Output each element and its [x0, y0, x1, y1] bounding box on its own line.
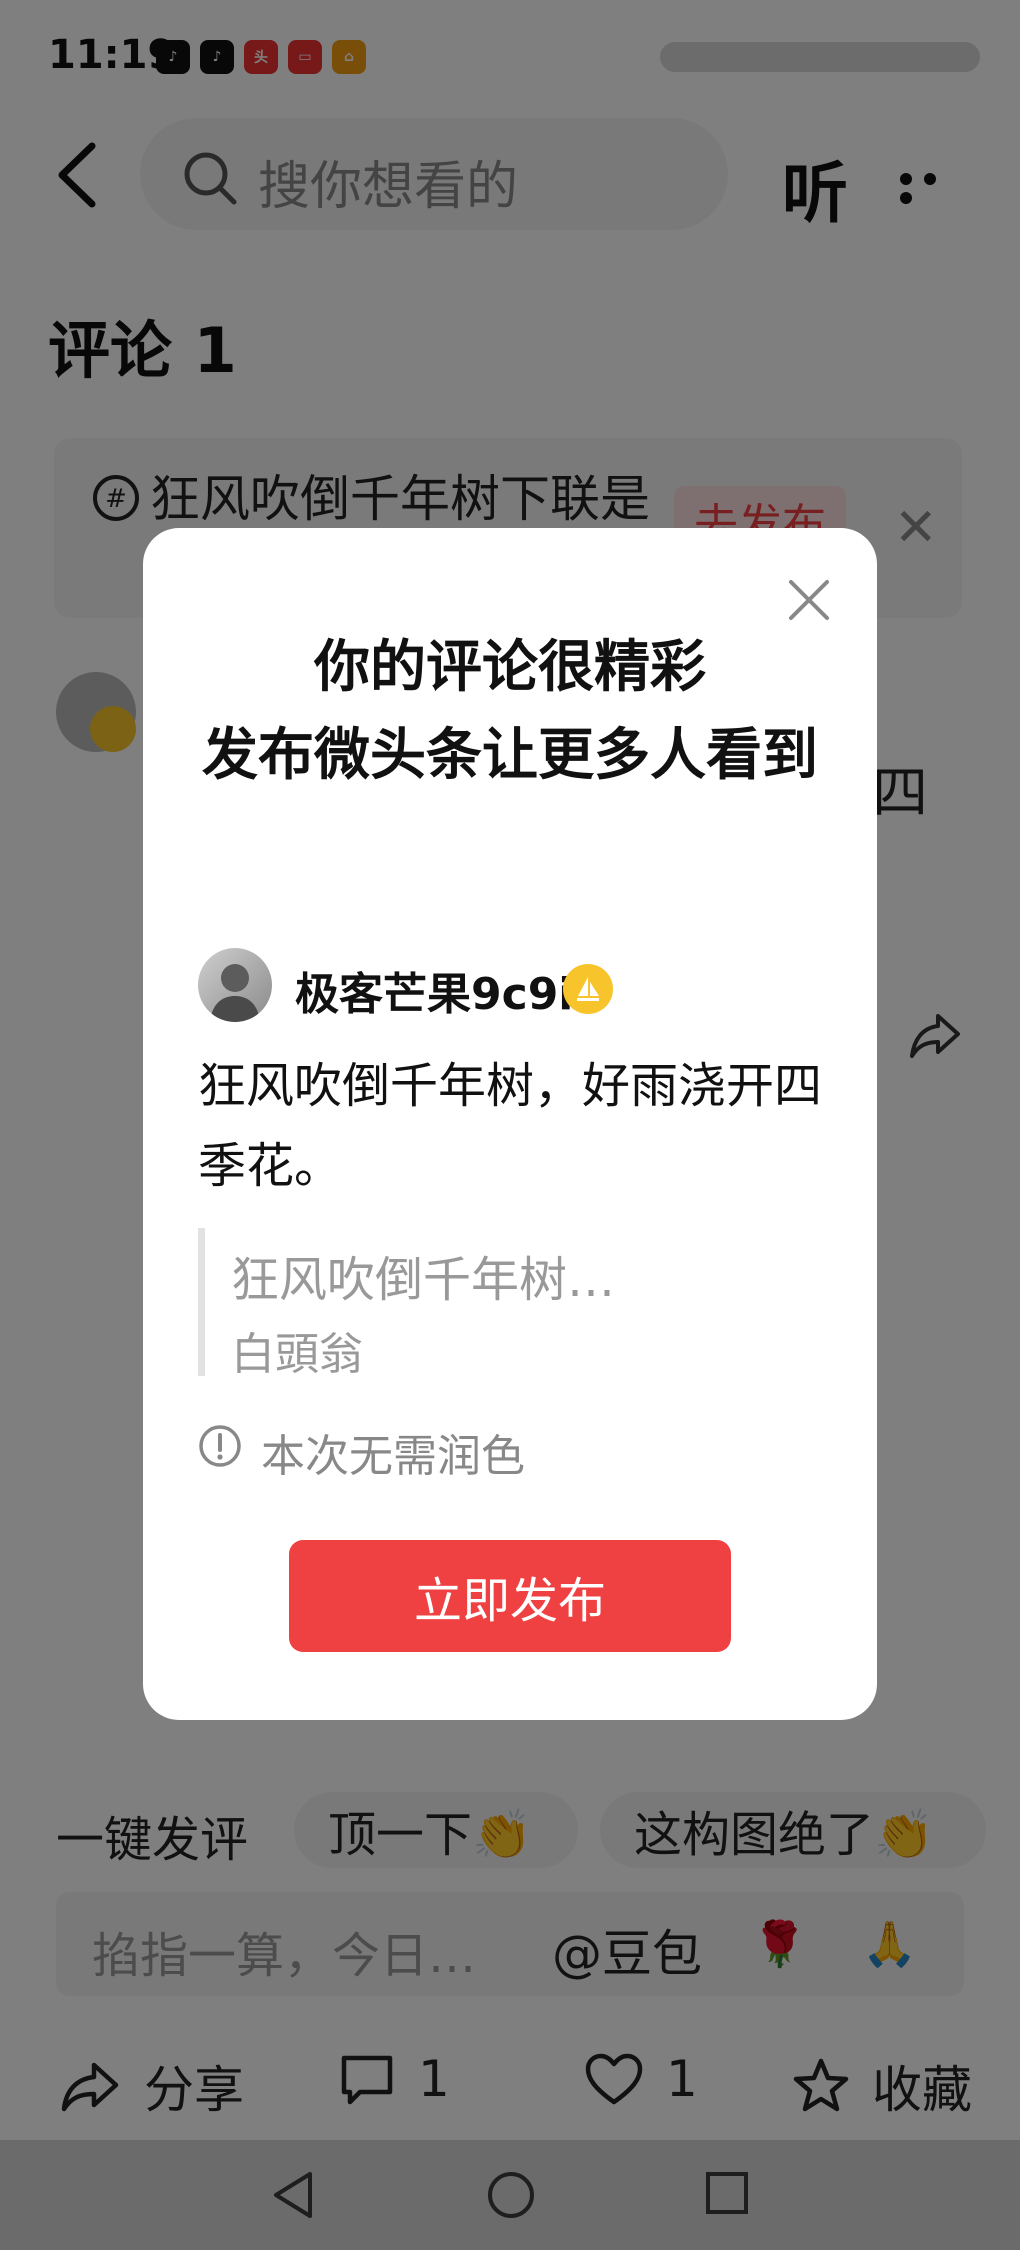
quote-author: 白頭翁 [231, 1329, 363, 1380]
polish-notice: 本次无需润色 [261, 1431, 525, 1482]
post-body: 狂风吹倒千年树，好雨浇开四季花。 [198, 1058, 823, 1194]
publish-dialog: 你的评论很精彩 发布微头条让更多人看到 极客芒果9c9i 狂风吹倒千年树，好雨浇… [143, 528, 877, 1720]
dialog-title: 你的评论很精彩 发布微头条让更多人看到 [183, 624, 837, 800]
dialog-title-line-2: 发布微头条让更多人看到 [202, 723, 818, 788]
dialog-title-line-1: 你的评论很精彩 [314, 635, 706, 700]
publish-now-button[interactable]: 立即发布 [289, 1540, 731, 1652]
nav-recents-icon[interactable] [704, 2170, 750, 2220]
quote-title: 狂风吹倒千年树… [231, 1252, 616, 1308]
close-icon[interactable] [783, 574, 835, 626]
nav-back-icon[interactable] [270, 2170, 316, 2224]
nav-home-icon[interactable] [486, 2170, 536, 2224]
info-icon [198, 1424, 242, 1468]
verified-badge-icon [563, 964, 613, 1014]
quote-divider [198, 1228, 205, 1376]
system-nav-bar [0, 2140, 1020, 2250]
user-name: 极客芒果9c9i [295, 969, 574, 1020]
avatar [198, 948, 272, 1022]
